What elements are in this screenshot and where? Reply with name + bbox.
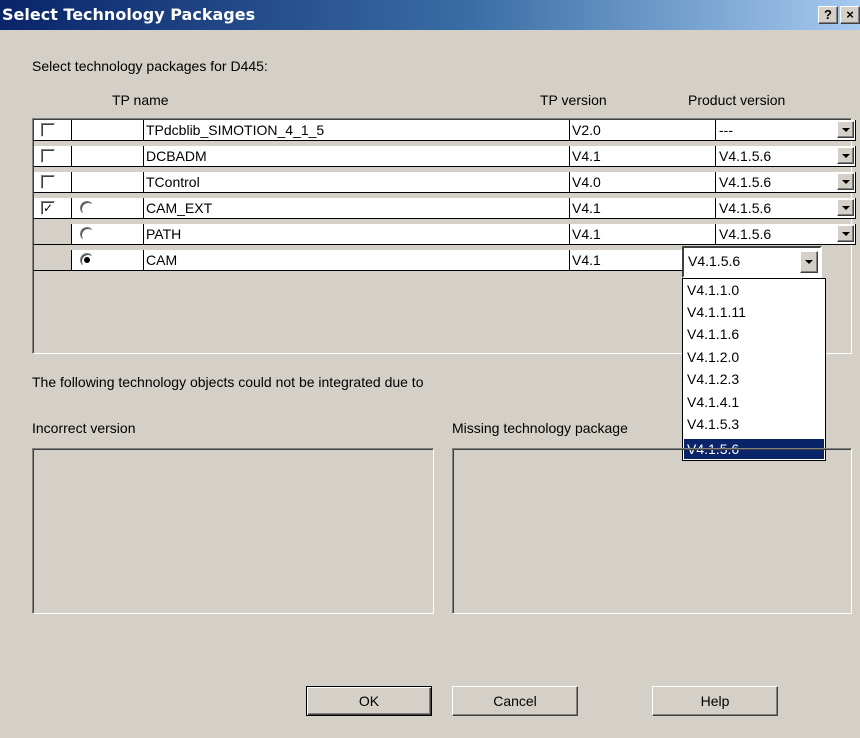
- package-checkbox-checked[interactable]: ✓: [41, 201, 55, 215]
- cancel-button[interactable]: Cancel: [452, 686, 578, 716]
- package-name: DCBADM: [144, 146, 570, 167]
- tp-version: V4.0: [570, 172, 716, 193]
- dropdown-option[interactable]: V4.1.1.0: [684, 280, 824, 300]
- row-radio-cell: [72, 146, 144, 167]
- row-check-cell[interactable]: ✓: [34, 198, 72, 219]
- product-version-value: V4.1.5.6: [719, 226, 772, 242]
- ok-button[interactable]: OK: [306, 686, 432, 716]
- row-check-cell[interactable]: [34, 146, 72, 167]
- package-checkbox[interactable]: [41, 123, 55, 137]
- table-row[interactable]: ✓ CAM_EXT V4.1 V4.1.5.6: [34, 198, 856, 219]
- row-radio-cell[interactable]: [72, 250, 144, 271]
- window-title: Select Technology Packages: [2, 5, 256, 24]
- incorrect-version-list[interactable]: [32, 448, 434, 614]
- table-row[interactable]: DCBADM V4.1 V4.1.5.6: [34, 146, 856, 167]
- row-radio-cell[interactable]: [72, 198, 144, 219]
- product-version-value: V4.1.5.6: [719, 174, 772, 190]
- product-version-value: ---: [719, 122, 733, 138]
- product-version-select[interactable]: V4.1.5.6: [716, 224, 856, 245]
- package-name: TPdcblib_SIMOTION_4_1_5: [144, 120, 570, 141]
- missing-package-label: Missing technology package: [452, 420, 628, 436]
- tp-version: V4.1: [570, 146, 716, 167]
- row-radio-cell[interactable]: [72, 224, 144, 245]
- tp-version: V2.0: [570, 120, 716, 141]
- chevron-down-icon[interactable]: [837, 199, 854, 216]
- help-button[interactable]: Help: [652, 686, 778, 716]
- product-version-value: V4.1.5.6: [719, 200, 772, 216]
- chevron-down-icon[interactable]: [837, 121, 854, 138]
- dropdown-option[interactable]: V4.1.2.3: [684, 369, 824, 389]
- package-checkbox[interactable]: [41, 175, 55, 189]
- package-radio[interactable]: [80, 227, 94, 241]
- tp-version: V4.1: [570, 198, 716, 219]
- close-button[interactable]: ×: [840, 6, 860, 24]
- table-row[interactable]: TPdcblib_SIMOTION_4_1_5 V2.0 ---: [34, 120, 856, 141]
- package-name: TControl: [144, 172, 570, 193]
- product-version-select[interactable]: ---: [716, 120, 856, 141]
- product-version-select[interactable]: V4.1.5.6: [716, 172, 856, 193]
- package-checkbox[interactable]: [41, 149, 55, 163]
- row-check-cell[interactable]: [34, 172, 72, 193]
- instruction-label: Select technology packages for D445:: [32, 58, 268, 74]
- dropdown-option[interactable]: V4.1.2.0: [684, 347, 824, 367]
- product-version-select-open[interactable]: V4.1.5.6: [682, 246, 822, 278]
- product-version-select[interactable]: V4.1.5.6: [716, 146, 856, 167]
- dropdown-option[interactable]: V4.1.1.11: [684, 302, 824, 322]
- package-radio[interactable]: [80, 201, 94, 215]
- incorrect-version-label: Incorrect version: [32, 420, 136, 436]
- row-check-cell: [34, 224, 72, 245]
- package-name: CAM: [144, 250, 570, 271]
- package-name: CAM_EXT: [144, 198, 570, 219]
- table-row[interactable]: PATH V4.1 V4.1.5.6: [34, 224, 856, 245]
- chevron-down-icon[interactable]: [837, 147, 854, 164]
- tp-version: V4.1: [570, 224, 716, 245]
- dropdown-option[interactable]: V4.1.4.1: [684, 392, 824, 412]
- row-radio-cell: [72, 120, 144, 141]
- package-radio-selected[interactable]: [80, 253, 94, 267]
- row-radio-cell: [72, 172, 144, 193]
- chevron-down-icon[interactable]: [800, 251, 818, 273]
- help-title-button[interactable]: ?: [818, 6, 838, 24]
- package-name: PATH: [144, 224, 570, 245]
- column-header-name: TP name: [112, 92, 169, 108]
- dropdown-option[interactable]: V4.1.5.3: [684, 414, 824, 434]
- table-row[interactable]: TControl V4.0 V4.1.5.6: [34, 172, 856, 193]
- missing-package-list[interactable]: [452, 448, 852, 614]
- product-version-value: V4.1.5.6: [719, 148, 772, 164]
- dropdown-option[interactable]: V4.1.1.6: [684, 324, 824, 344]
- row-check-cell[interactable]: [34, 120, 72, 141]
- product-version-value: V4.1.5.6: [688, 253, 741, 269]
- chevron-down-icon[interactable]: [837, 225, 854, 242]
- product-version-select[interactable]: V4.1.5.6: [716, 198, 856, 219]
- column-header-product-version: Product version: [688, 92, 786, 108]
- column-header-tp-version: TP version: [540, 92, 607, 108]
- product-version-dropdown[interactable]: V4.1.1.0 V4.1.1.11 V4.1.1.6 V4.1.2.0 V4.…: [682, 278, 826, 461]
- title-bar: Select Technology Packages ? ×: [0, 0, 860, 30]
- chevron-down-icon[interactable]: [837, 173, 854, 190]
- info-label: The following technology objects could n…: [32, 374, 424, 390]
- row-check-cell: [34, 250, 72, 271]
